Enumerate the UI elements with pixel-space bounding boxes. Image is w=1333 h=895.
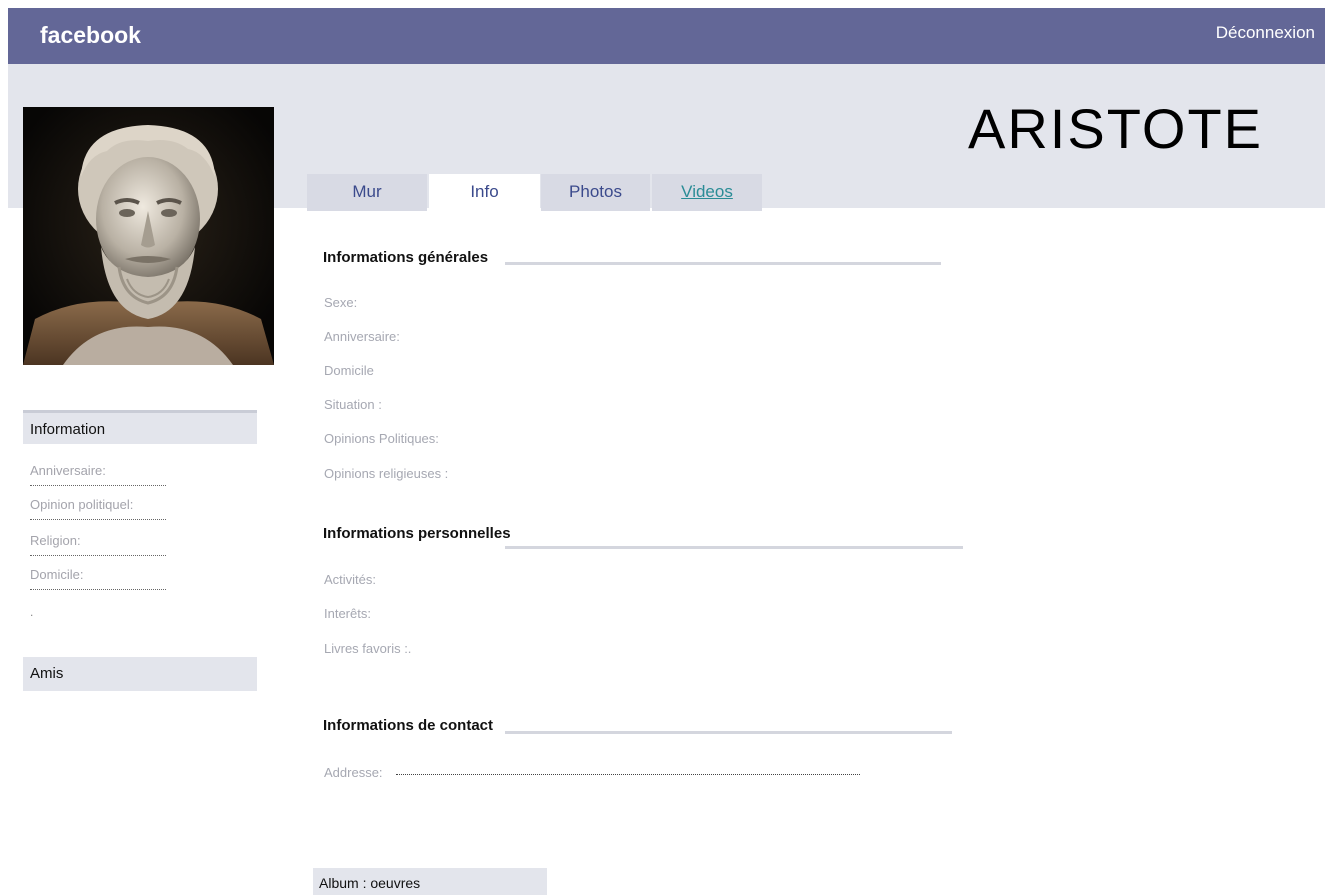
field-livres-favoris: Livres favoris :.	[324, 641, 412, 656]
sidebar-dotted-line	[30, 555, 166, 556]
field-anniversaire: Anniversaire:	[324, 329, 400, 344]
sidebar-field-anniversaire: Anniversaire:	[30, 463, 106, 478]
section-title-general: Informations générales	[323, 249, 489, 266]
sidebar-dotted-line	[30, 589, 166, 590]
tab-photos[interactable]: Photos	[541, 174, 650, 211]
field-interets: Interêts:	[324, 606, 371, 621]
profile-photo[interactable]	[23, 107, 274, 365]
site-logo[interactable]: facebook	[40, 22, 141, 49]
sidebar-dotted-line	[30, 519, 166, 520]
section-title-contact: Informations de contact	[323, 717, 494, 734]
section-divider	[505, 262, 941, 265]
field-activites: Activités:	[324, 572, 377, 587]
field-sexe: Sexe:	[324, 295, 358, 310]
section-divider	[505, 546, 963, 549]
field-domicile: Domicile	[324, 363, 374, 378]
field-opinions-politiques: Opinions Politiques:	[324, 431, 439, 446]
field-addresse: Addresse:	[324, 765, 383, 780]
profile-page: facebook Déconnexion ARISTOTE Mur Info P…	[0, 0, 1333, 895]
sidebar-friends-header[interactable]: Amis	[23, 657, 257, 691]
sidebar-field-religion: Religion:	[30, 533, 81, 548]
album-header[interactable]: Album : oeuvres	[313, 868, 547, 895]
sidebar-dotted-line	[30, 485, 166, 486]
section-title-personal: Informations personnelles	[323, 525, 511, 542]
sidebar-field-domicile: Domicile:	[30, 567, 84, 582]
sidebar-trailing-dot: .	[30, 605, 34, 619]
top-bar: facebook Déconnexion	[8, 8, 1325, 64]
address-dotted-line	[396, 774, 860, 775]
section-divider	[505, 731, 952, 734]
logout-link[interactable]: Déconnexion	[1216, 23, 1315, 43]
tab-info[interactable]: Info	[429, 174, 540, 211]
field-situation: Situation :	[324, 397, 382, 412]
profile-name: ARISTOTE	[968, 97, 1264, 160]
tab-mur[interactable]: Mur	[307, 174, 427, 211]
sidebar-field-opinion: Opinion politiquel:	[30, 497, 134, 512]
field-opinions-religieuses: Opinions religieuses :	[324, 466, 449, 481]
sidebar-information-header: Information	[23, 410, 257, 444]
tab-videos[interactable]: Videos	[652, 174, 762, 211]
